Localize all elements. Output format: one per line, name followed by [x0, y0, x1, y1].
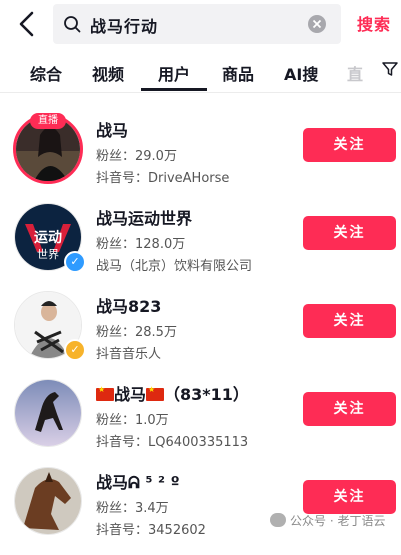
user-row[interactable]: 战马（83*11） 粉丝：1.0万 抖音号：LQ6400335113 关注 — [0, 379, 401, 467]
user-row[interactable]: 直播 战马 粉丝：29.0万 抖音号：DriveAHorse 关注 — [0, 113, 401, 203]
verified-badge-icon: ✓ — [64, 339, 86, 361]
user-name: 战马运动世界 — [96, 209, 193, 228]
follow-button[interactable]: 关注 — [303, 304, 396, 338]
category-tabs: 综合 视频 用户 商品 AI搜 直 — [0, 52, 401, 92]
svg-text:世界: 世界 — [37, 248, 59, 261]
avatar-image — [14, 379, 82, 447]
search-box[interactable]: 战马行动 — [53, 4, 341, 44]
back-arrow-icon[interactable] — [14, 9, 40, 39]
user-id: 抖音号：3452602 — [96, 523, 206, 538]
follower-count: 粉丝：28.5万 — [96, 325, 177, 340]
active-tab-indicator — [141, 88, 207, 91]
user-name: 战马ᕱ ⁵ ² º — [96, 473, 180, 492]
divider — [0, 92, 401, 93]
china-flag-icon — [146, 385, 165, 401]
avatar-image — [14, 467, 82, 535]
clear-icon[interactable] — [308, 15, 326, 33]
avatar[interactable]: ✓ — [14, 291, 86, 361]
user-description: 战马（北京）饮料有限公司 — [96, 259, 253, 274]
user-row[interactable]: 战马ᕱ ⁵ ² º 粉丝：3.4万 抖音号：3452602 关注 — [0, 467, 401, 555]
user-row[interactable]: 运动 世界 ✓ 战马运动世界 粉丝：128.0万 战马（北京）饮料有限公司 关注 — [0, 203, 401, 291]
avatar[interactable] — [14, 467, 82, 535]
filter-icon[interactable] — [381, 60, 399, 78]
user-name: 战马 — [96, 121, 129, 140]
search-input[interactable]: 战马行动 — [90, 13, 158, 37]
tab-all[interactable]: 综合 — [30, 61, 62, 85]
top-bar: 战马行动 搜索 — [0, 0, 401, 48]
tab-live[interactable]: 直 — [347, 61, 363, 85]
tab-ai-search[interactable]: AI搜 — [284, 61, 318, 85]
tab-video[interactable]: 视频 — [92, 61, 124, 85]
follower-count: 粉丝：1.0万 — [96, 413, 169, 428]
avatar[interactable] — [14, 379, 82, 447]
user-id: 抖音号：LQ6400335113 — [96, 435, 249, 450]
follower-count: 粉丝：29.0万 — [96, 149, 177, 164]
follower-count: 粉丝：128.0万 — [96, 237, 186, 252]
avatar[interactable]: 运动 世界 ✓ — [14, 203, 86, 273]
avatar[interactable]: 直播 — [13, 113, 83, 184]
follow-button[interactable]: 关注 — [303, 216, 396, 250]
follow-button[interactable]: 关注 — [303, 392, 396, 426]
live-badge: 直播 — [30, 113, 66, 129]
user-name: 战马823 — [96, 297, 162, 316]
follower-count: 粉丝：3.4万 — [96, 501, 169, 516]
follow-button[interactable]: 关注 — [303, 128, 396, 162]
user-name: 战马（83*11） — [96, 381, 249, 405]
wechat-icon — [270, 513, 286, 527]
user-id: 抖音号：DriveAHorse — [96, 171, 230, 186]
search-icon — [64, 16, 81, 33]
follow-button[interactable]: 关注 — [303, 480, 396, 514]
user-description: 抖音音乐人 — [96, 347, 162, 362]
tab-users[interactable]: 用户 — [158, 61, 190, 85]
search-submit-button[interactable]: 搜索 — [357, 11, 391, 35]
tab-products[interactable]: 商品 — [222, 61, 254, 85]
user-row[interactable]: ✓ 战马823 粉丝：28.5万 抖音音乐人 关注 — [0, 291, 401, 379]
verified-badge-icon: ✓ — [64, 251, 86, 273]
china-flag-icon — [96, 385, 114, 401]
svg-text:运动: 运动 — [34, 229, 62, 246]
watermark: 公众号 · 老丁语云 — [270, 512, 385, 529]
